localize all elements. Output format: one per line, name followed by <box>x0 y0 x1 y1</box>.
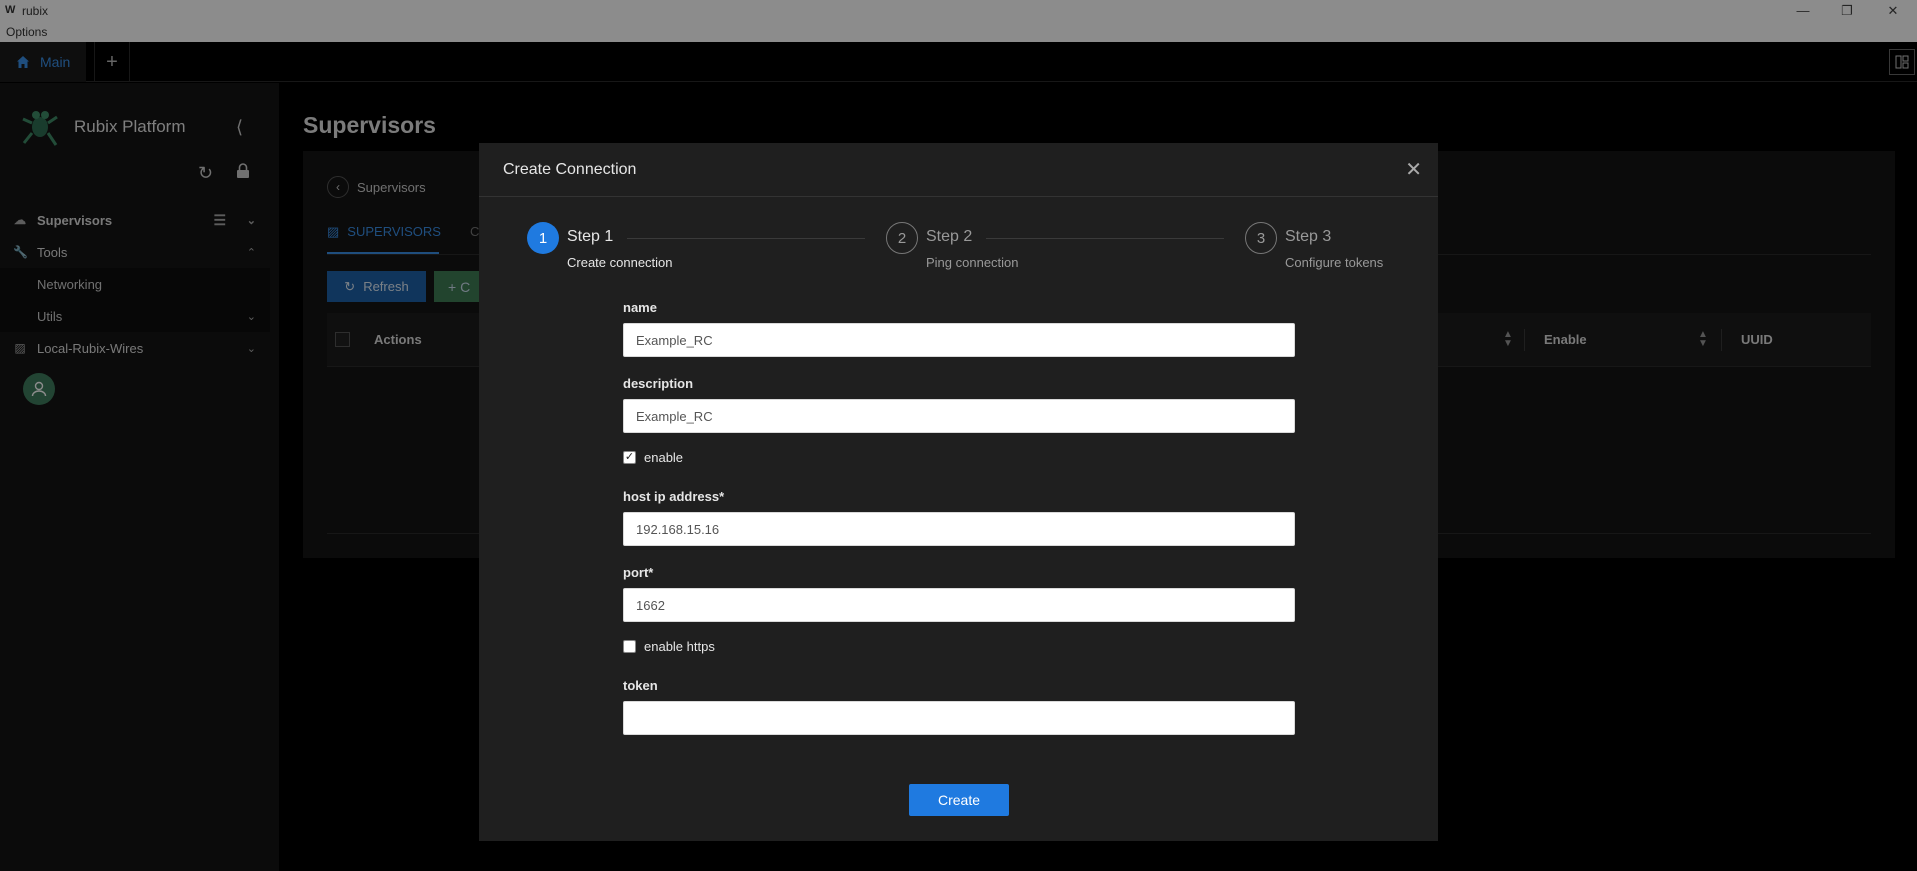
step-2-number: 2 <box>886 222 918 254</box>
step-connector <box>986 238 1224 239</box>
token-label: token <box>623 678 658 693</box>
step-3-title: Step 3 <box>1285 228 1332 245</box>
checkbox-unchecked-icon[interactable] <box>623 640 636 653</box>
create-button[interactable]: Create <box>909 784 1009 816</box>
step-1-description: Create connection <box>567 255 673 270</box>
step-3-number: 3 <box>1245 222 1277 254</box>
name-input[interactable] <box>623 323 1295 357</box>
enable-https-label: enable https <box>644 639 715 654</box>
enable-checkbox[interactable]: ✓ enable <box>623 450 683 465</box>
step-1-title: Step 1 <box>567 228 614 245</box>
enable-https-checkbox[interactable]: enable https <box>623 639 715 654</box>
checkbox-checked-icon[interactable]: ✓ <box>623 451 636 464</box>
port-input[interactable] <box>623 588 1295 622</box>
token-input[interactable] <box>623 701 1295 735</box>
step-2-title: Step 2 <box>926 228 973 245</box>
modal-header: Create Connection ✕ <box>479 143 1438 197</box>
host-label: host ip address* <box>623 489 725 504</box>
create-connection-modal: Create Connection ✕ 1 Step 1 Create conn… <box>479 143 1438 841</box>
step-3-description: Configure tokens <box>1285 255 1384 270</box>
description-input[interactable] <box>623 399 1295 433</box>
step-1-number: 1 <box>527 222 559 254</box>
port-label: port* <box>623 565 654 580</box>
step-connector <box>627 238 865 239</box>
enable-label: enable <box>644 450 684 465</box>
host-ip-input[interactable] <box>623 512 1295 546</box>
step-2-description: Ping connection <box>926 255 1019 270</box>
step-1: 1 Step 1 Create connection <box>527 222 827 276</box>
close-icon[interactable]: ✕ <box>1405 157 1422 182</box>
description-label: description <box>623 376 694 391</box>
modal-title: Create Connection <box>503 161 637 178</box>
step-3: 3 Step 3 Configure tokens <box>1245 222 1425 276</box>
step-2: 2 Step 2 Ping connection <box>886 222 1186 276</box>
name-label: name <box>623 300 657 315</box>
